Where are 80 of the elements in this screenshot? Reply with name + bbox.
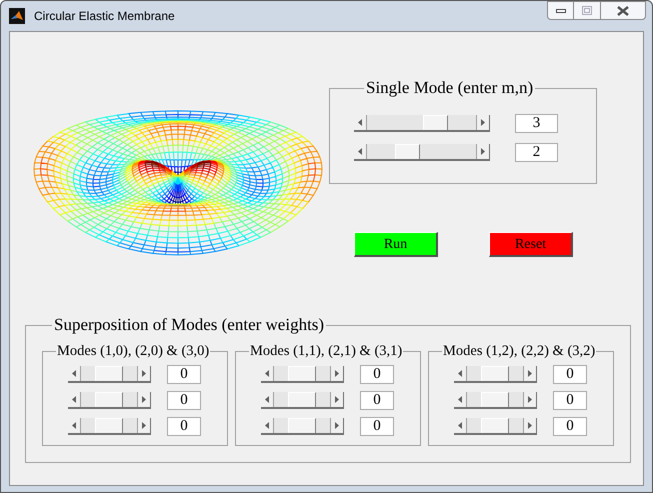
value-field[interactable]: 0 (360, 417, 394, 436)
slider-thumb[interactable] (288, 418, 316, 433)
right-arrow-icon (142, 396, 146, 403)
left-arrow-icon (72, 396, 76, 403)
slider[interactable] (261, 418, 344, 435)
right-arrow-icon (528, 370, 532, 377)
right-arrow-button[interactable] (330, 366, 343, 381)
left-arrow-icon (72, 370, 76, 377)
left-arrow-icon (72, 422, 76, 429)
slider[interactable] (261, 392, 344, 409)
close-button[interactable] (600, 1, 646, 20)
slider[interactable] (261, 366, 344, 383)
value-field[interactable]: 0 (553, 417, 587, 436)
right-arrow-icon (528, 396, 532, 403)
value-field[interactable]: 0 (167, 417, 201, 436)
slider-thumb[interactable] (481, 418, 509, 433)
group-title: Single Mode (enter m,n) (365, 78, 534, 98)
left-arrow-icon (358, 148, 362, 155)
group-title: Superposition of Modes (enter weights) (53, 315, 326, 335)
slider[interactable] (354, 115, 490, 132)
left-arrow-icon (265, 370, 269, 377)
slider[interactable] (454, 366, 537, 383)
action-button[interactable]: Run (354, 232, 438, 257)
group-title: Modes (1,0), (2,0) & (3,0) (56, 343, 210, 360)
right-arrow-button[interactable] (523, 366, 536, 381)
slider-thumb[interactable] (288, 366, 316, 381)
value-field[interactable]: 0 (167, 391, 201, 410)
right-arrow-icon (335, 396, 339, 403)
value-field[interactable]: 0 (167, 365, 201, 384)
value-field[interactable]: 3 (515, 114, 558, 133)
slider-thumb[interactable] (481, 366, 509, 381)
right-arrow-icon (481, 148, 485, 155)
right-arrow-button[interactable] (330, 418, 343, 433)
slider-thumb[interactable] (481, 392, 509, 407)
slider[interactable] (68, 366, 151, 383)
right-arrow-icon (528, 422, 532, 429)
right-arrow-icon (142, 422, 146, 429)
slider[interactable] (454, 418, 537, 435)
group-title: Modes (1,1), (2,1) & (3,1) (249, 343, 404, 360)
left-arrow-icon (458, 396, 462, 403)
right-arrow-button[interactable] (523, 418, 536, 433)
slider[interactable] (354, 144, 490, 161)
app-logo-icon (9, 8, 25, 24)
value-field[interactable]: 2 (515, 143, 558, 162)
minimize-button[interactable] (547, 1, 574, 20)
slider-thumb[interactable] (288, 392, 316, 407)
right-arrow-icon (481, 119, 485, 126)
value-field[interactable]: 0 (553, 365, 587, 384)
action-button[interactable]: Reset (489, 232, 573, 257)
value-field[interactable]: 0 (553, 391, 587, 410)
right-arrow-button[interactable] (137, 366, 150, 381)
left-arrow-icon (265, 396, 269, 403)
right-arrow-button[interactable] (476, 115, 489, 130)
slider-thumb[interactable] (394, 144, 420, 159)
right-arrow-button[interactable] (523, 392, 536, 407)
right-arrow-button[interactable] (476, 144, 489, 159)
value-field[interactable]: 0 (360, 365, 394, 384)
minimize-icon (556, 8, 566, 12)
slider-thumb[interactable] (95, 392, 123, 407)
window-title: Circular Elastic Membrane (34, 8, 175, 25)
left-arrow-icon (358, 119, 362, 126)
right-arrow-icon (142, 370, 146, 377)
close-icon (617, 6, 629, 16)
right-arrow-button[interactable] (137, 418, 150, 433)
right-arrow-icon (335, 370, 339, 377)
slider[interactable] (454, 392, 537, 409)
slider-thumb[interactable] (95, 418, 123, 433)
left-arrow-icon (458, 370, 462, 377)
value-field[interactable]: 0 (360, 391, 394, 410)
right-arrow-button[interactable] (330, 392, 343, 407)
left-arrow-icon (458, 422, 462, 429)
right-arrow-button[interactable] (137, 392, 150, 407)
group-title: Modes (1,2), (2,2) & (3,2) (442, 343, 596, 360)
maximize-icon (582, 6, 592, 15)
left-arrow-icon (265, 422, 269, 429)
right-arrow-icon (335, 422, 339, 429)
slider-thumb[interactable] (423, 115, 448, 130)
slider[interactable] (68, 418, 151, 435)
slider-thumb[interactable] (95, 366, 123, 381)
slider[interactable] (68, 392, 151, 409)
